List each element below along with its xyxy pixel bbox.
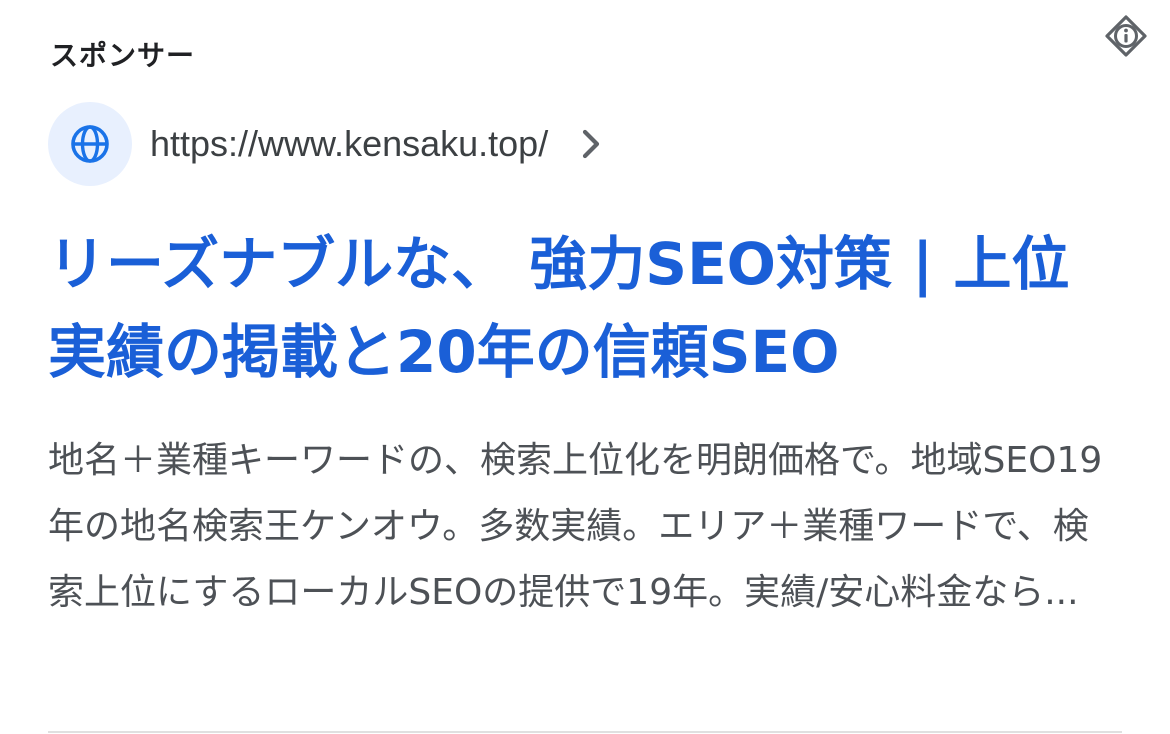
- ad-title-link[interactable]: リーズナブルな、 強力SEO対策 | 上位実績の掲載と20年の信頼SEO: [48, 220, 1078, 396]
- info-icon[interactable]: [1104, 14, 1148, 58]
- divider: [48, 731, 1122, 733]
- ad-url-row[interactable]: https://www.kensaku.top/: [48, 102, 604, 186]
- sponsor-label: スポンサー: [50, 39, 196, 72]
- ad-description: 地名＋業種キーワードの、検索上位化を明朗価格で。地域SEO19年の地名検索王ケン…: [48, 440, 1103, 613]
- ad-url: https://www.kensaku.top/: [150, 123, 549, 164]
- globe-icon: [48, 102, 132, 186]
- sponsored-ad-card: スポンサー https://www.kensaku.top/ リーズナブルな、 …: [0, 0, 1170, 734]
- chevron-right-icon: [578, 126, 604, 162]
